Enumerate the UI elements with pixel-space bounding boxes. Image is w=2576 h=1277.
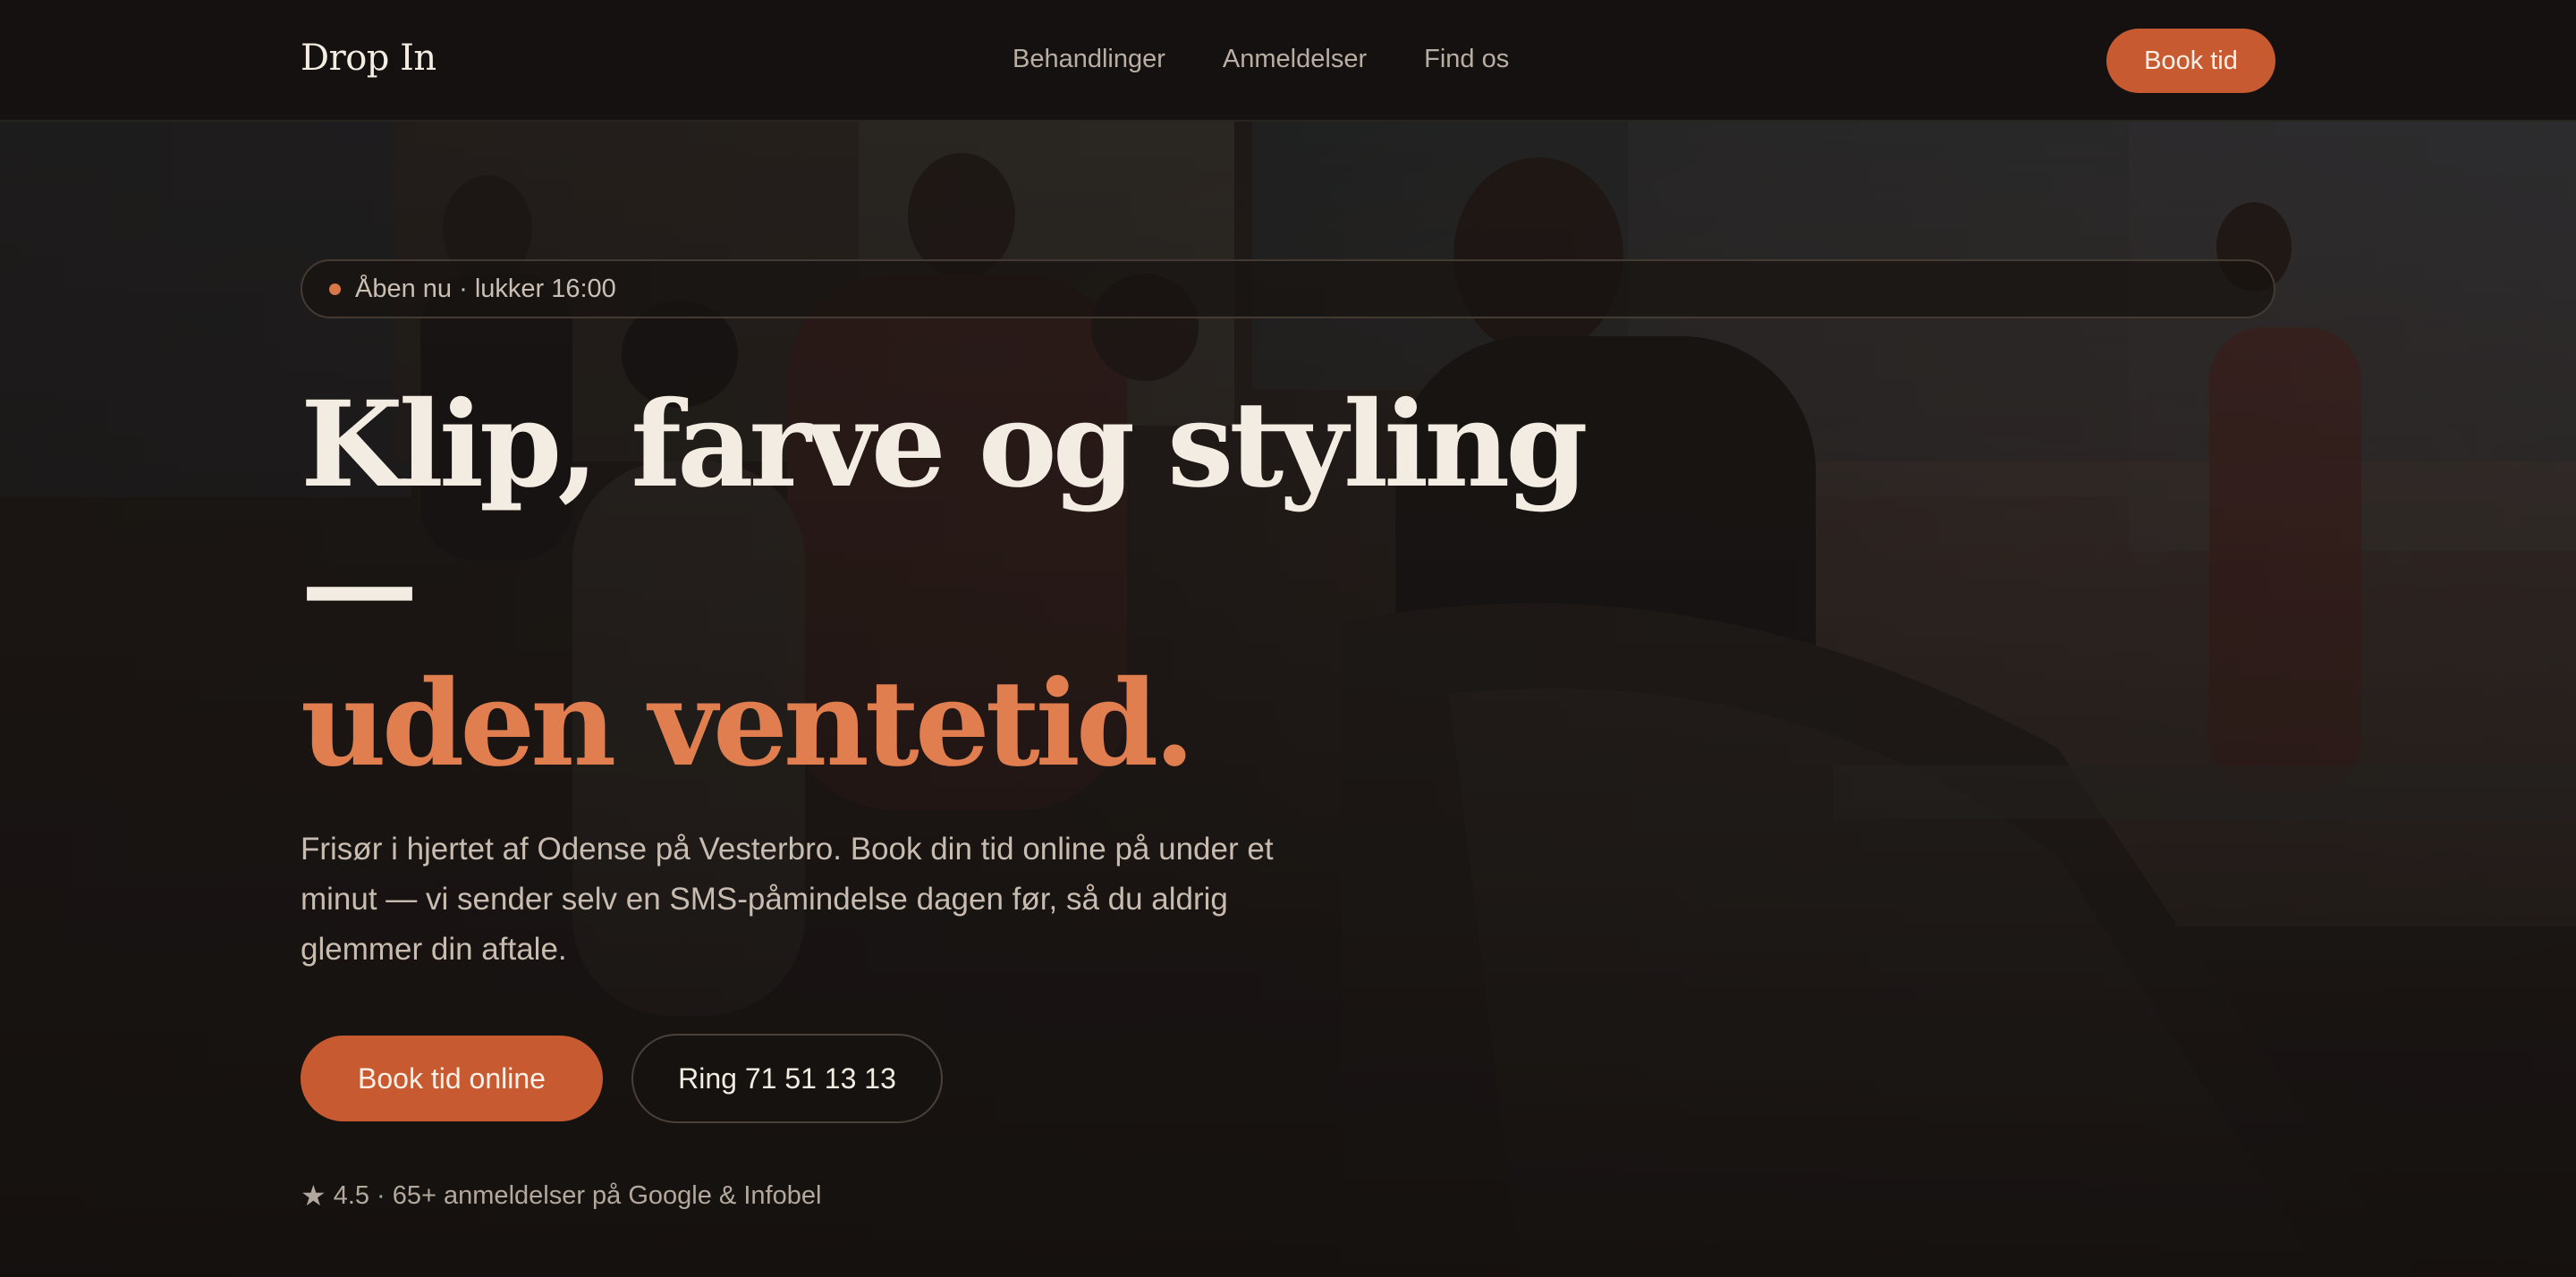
book-online-button[interactable]: Book tid online: [301, 1036, 603, 1121]
nav-link-behandlinger[interactable]: Behandlinger: [1013, 45, 1165, 74]
status-text: Åben nu · lukker 16:00: [355, 274, 616, 303]
nav-link-find-os[interactable]: Find os: [1424, 45, 1509, 74]
hero-description: Frisør i hjertet af Odense på Vesterbro.…: [301, 832, 1274, 967]
open-status-badge: Åben nu · lukker 16:00: [301, 259, 2275, 318]
site-header: Drop In Behandlinger Anmeldelser Find os…: [0, 0, 2576, 122]
hero-headline: Klip, farve og styling — uden ventetid.: [301, 376, 1642, 794]
headline-line-1: Klip, farve og styling —: [301, 376, 1589, 654]
headline-line-2: uden ventetid.: [301, 655, 1195, 793]
rating-text[interactable]: 4.5 · 65+ anmeldelser på Google & Infobe…: [334, 1181, 822, 1211]
brand-logo[interactable]: Drop In: [301, 38, 436, 79]
call-button[interactable]: Ring 71 51 13 13: [631, 1034, 943, 1123]
nav-link-anmeldelser[interactable]: Anmeldelser: [1223, 45, 1367, 74]
book-button[interactable]: Book tid: [2106, 29, 2275, 93]
main-nav: Behandlinger Anmeldelser Find os: [1013, 45, 1509, 74]
rating-summary: ★ 4.5 · 65+ anmeldelser på Google & Info…: [301, 1179, 821, 1213]
hero-section: Åben nu · lukker 16:00 Klip, farve og st…: [0, 122, 2576, 1277]
status-dot-icon: [329, 283, 341, 295]
star-icon: ★: [301, 1180, 326, 1212]
